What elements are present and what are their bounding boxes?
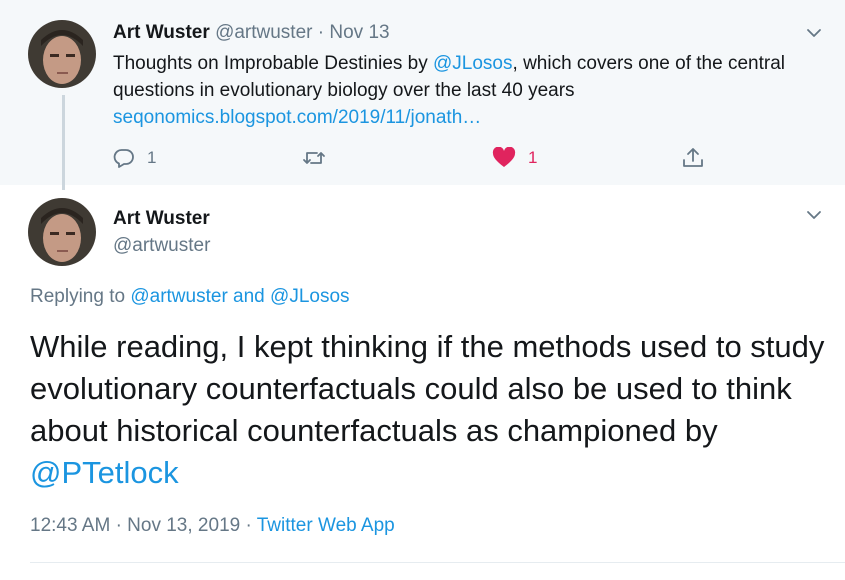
tweet-text-part: While reading, I kept thinking if the me…	[30, 329, 825, 448]
chevron-down-icon[interactable]	[805, 206, 823, 224]
chevron-down-icon[interactable]	[805, 24, 823, 42]
avatar[interactable]	[28, 20, 96, 88]
tweet-text-part: Thoughts on Improbable Destinies by	[113, 53, 434, 74]
replying-prefix: Replying to	[30, 286, 131, 307]
dot-separator: ·	[115, 515, 122, 536]
dot-separator: ·	[245, 515, 252, 536]
replying-to: Replying to @artwuster and @JLosos	[30, 286, 350, 308]
tweet-date[interactable]: Nov 13, 2019	[127, 515, 240, 536]
heart-icon	[492, 147, 516, 169]
mention-link[interactable]: @JLosos	[433, 53, 513, 74]
dot-separator: ·	[317, 22, 325, 43]
avatar[interactable]	[28, 198, 96, 266]
retweet-button[interactable]	[302, 145, 326, 171]
reply-icon	[113, 147, 135, 169]
like-button[interactable]: 1	[492, 145, 537, 171]
share-icon	[681, 146, 705, 170]
tweet-meta: 12:43 AM · Nov 13, 2019 · Twitter Web Ap…	[30, 515, 395, 537]
divider	[30, 562, 845, 563]
tweet-time[interactable]: 12:43 AM	[30, 515, 110, 536]
reply-count: 1	[147, 148, 157, 167]
reply-mention-link[interactable]: @artwuster	[130, 286, 227, 307]
thread-connector-line	[62, 95, 65, 190]
reply-mention-link[interactable]: @JLosos	[270, 286, 350, 307]
author-name[interactable]: Art Wuster	[113, 22, 210, 43]
share-button[interactable]	[681, 145, 705, 171]
tweet-source-link[interactable]: Twitter Web App	[257, 515, 395, 536]
tweet-date[interactable]: Nov 13	[329, 22, 389, 43]
like-count: 1	[528, 148, 538, 167]
parent-tweet-header: Art Wuster @artwuster · Nov 13	[113, 22, 390, 44]
tweet-text: While reading, I kept thinking if the me…	[30, 326, 830, 494]
parent-tweet[interactable]: Art Wuster @artwuster · Nov 13 Thoughts …	[0, 0, 845, 185]
replying-and[interactable]: and	[228, 286, 270, 307]
author-handle[interactable]: @artwuster	[113, 235, 210, 257]
tweet-text: Thoughts on Improbable Destinies by @JLo…	[113, 50, 803, 131]
author-handle[interactable]: @artwuster	[215, 22, 312, 43]
reply-button[interactable]: 1	[113, 145, 156, 171]
url-link[interactable]: seqonomics.blogspot.com/2019/11/jonath…	[113, 107, 481, 128]
author-name[interactable]: Art Wuster	[113, 208, 210, 230]
retweet-icon	[302, 147, 326, 169]
mention-link[interactable]: @PTetlock	[30, 455, 179, 490]
